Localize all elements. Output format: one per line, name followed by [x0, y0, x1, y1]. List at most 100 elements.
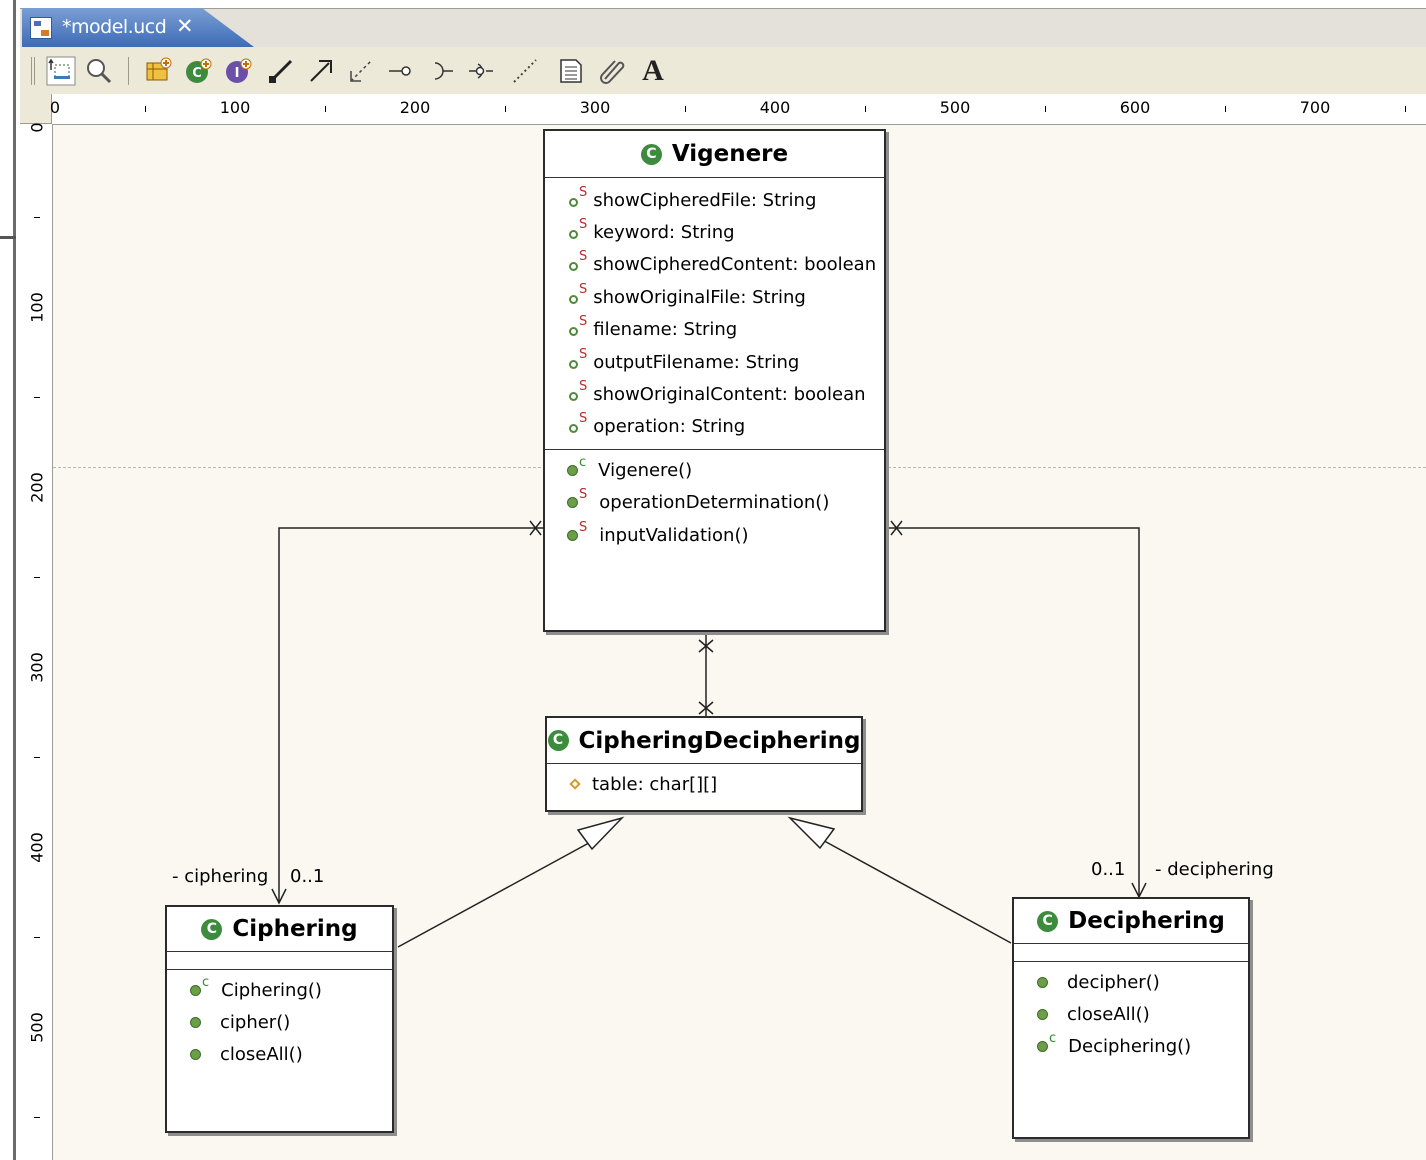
operation-text: operationDetermination() — [599, 492, 830, 514]
operation-row[interactable]: decipher() — [1037, 966, 1248, 998]
static-method-icon — [567, 497, 578, 509]
operation-compartment: c Ciphering() cipher() closeAll() — [167, 970, 392, 1071]
association-tool-button[interactable] — [264, 47, 298, 94]
socket-icon — [434, 61, 453, 80]
class-name: Ciphering — [232, 916, 358, 942]
static-field-icon — [569, 262, 578, 272]
class-header: C CipheringDeciphering — [547, 718, 861, 764]
ruler-tick — [505, 106, 506, 112]
attribute-row[interactable]: table: char[][] — [569, 768, 861, 800]
generalization-tool-button[interactable] — [304, 47, 338, 94]
static-field-icon — [569, 359, 578, 369]
operation-row[interactable]: c Vigenere() — [567, 454, 884, 486]
ruler-tick — [865, 106, 866, 112]
class-vigenere[interactable]: C Vigenere SshowCipheredFile: String Ske… — [543, 129, 886, 632]
operation-text: inputValidation() — [599, 524, 749, 546]
static-marker: S — [579, 217, 588, 233]
close-icon[interactable]: ✕ — [176, 14, 194, 38]
multiplicity-label-ciphering[interactable]: 0..1 — [290, 866, 324, 887]
link-tool-button[interactable] — [596, 47, 630, 94]
operation-text: Deciphering() — [1068, 1036, 1192, 1058]
dependency-icon — [350, 59, 372, 82]
port-tool-button[interactable] — [464, 47, 498, 94]
ruler-label: 100 — [219, 98, 251, 117]
ruler-tick — [34, 937, 40, 938]
class-deciphering[interactable]: C Deciphering decipher() closeAll() c Dec… — [1012, 897, 1250, 1139]
ruler-tick — [34, 757, 40, 758]
operation-row[interactable]: SoperationDetermination() — [567, 487, 884, 519]
toolbar-separator — [31, 57, 32, 85]
static-marker: S — [579, 519, 588, 535]
magnifier-icon — [87, 58, 112, 83]
static-marker: S — [579, 411, 588, 427]
palette-toolbar: C I A — [20, 47, 1426, 95]
note-link-tool-button[interactable] — [508, 47, 542, 94]
attribute-row[interactable]: Soperation: String — [569, 411, 884, 443]
attribute-row[interactable]: SshowOriginalContent: boolean — [569, 378, 884, 410]
class-tool-button[interactable]: C — [180, 47, 216, 94]
operation-row[interactable]: closeAll() — [1037, 998, 1248, 1030]
ruler-label: 500 — [939, 98, 971, 117]
ruler-tick — [1045, 106, 1046, 112]
zoom-tool-button[interactable] — [82, 47, 116, 94]
window-frame-marker — [0, 236, 16, 239]
multiplicity-label-deciphering[interactable]: 0..1 — [1091, 859, 1125, 880]
method-icon — [190, 1017, 201, 1029]
ruler-label: 100 — [27, 292, 47, 323]
required-interface-tool-button[interactable] — [424, 47, 458, 94]
attribute-row[interactable]: SshowCipheredContent: boolean — [569, 249, 884, 281]
select-tool-button[interactable] — [42, 47, 80, 94]
operation-compartment: decipher() closeAll() c Deciphering() — [1014, 962, 1248, 1063]
attribute-text: filename: String — [593, 319, 738, 341]
attribute-text: table: char[][] — [592, 773, 718, 795]
static-field-icon — [569, 294, 578, 304]
static-method-icon — [567, 529, 578, 541]
note-tool-button[interactable] — [554, 47, 588, 94]
constructor-icon — [1037, 1041, 1048, 1053]
attribute-compartment — [1014, 944, 1248, 962]
role-label-ciphering[interactable]: - ciphering — [172, 866, 268, 887]
ruler-label: 600 — [1119, 98, 1151, 117]
attribute-row[interactable]: SoutputFilename: String — [569, 346, 884, 378]
class-header: C Deciphering — [1014, 899, 1248, 944]
package-tool-button[interactable] — [140, 47, 176, 94]
class-ciphering[interactable]: C Ciphering c Ciphering() cipher() closeA… — [165, 905, 394, 1133]
method-icon — [190, 1049, 201, 1061]
text-tool-button[interactable]: A — [636, 47, 670, 94]
role-label-deciphering[interactable]: - deciphering — [1155, 859, 1274, 880]
ruler-label: 300 — [579, 98, 611, 117]
attribute-text: showOriginalFile: String — [593, 286, 806, 308]
attribute-row[interactable]: Sfilename: String — [569, 314, 884, 346]
ruler-tick — [325, 106, 326, 112]
operation-row[interactable]: SinputValidation() — [567, 519, 884, 551]
interface-tool-button[interactable]: I — [220, 47, 256, 94]
static-field-icon — [569, 327, 578, 337]
operation-text: cipher() — [220, 1012, 291, 1034]
dependency-tool-button[interactable] — [344, 47, 378, 94]
text-icon: A — [642, 53, 664, 87]
attribute-row[interactable]: Skeyword: String — [569, 216, 884, 248]
static-marker: S — [579, 184, 588, 200]
operation-row[interactable]: closeAll() — [190, 1039, 392, 1071]
class-cipheringdeciphering[interactable]: C CipheringDeciphering table: char[][] — [545, 716, 863, 812]
ruler-tick — [34, 1117, 40, 1118]
attribute-text: operation: String — [593, 416, 746, 438]
constructor-marker: c — [579, 454, 587, 470]
operation-text: Vigenere() — [598, 459, 693, 481]
window-frame — [0, 0, 20, 1160]
class-icon: C — [640, 143, 662, 165]
operation-text: closeAll() — [220, 1044, 303, 1066]
static-field-icon — [569, 197, 578, 207]
operation-row[interactable]: c Ciphering() — [190, 974, 392, 1006]
attribute-compartment: table: char[][] — [547, 764, 861, 800]
attribute-row[interactable]: SshowOriginalFile: String — [569, 281, 884, 313]
method-icon — [1037, 1009, 1048, 1021]
static-field-icon — [569, 230, 578, 240]
package-icon — [146, 57, 172, 80]
operation-row[interactable]: cipher() — [190, 1006, 392, 1038]
provided-interface-tool-button[interactable] — [384, 47, 418, 94]
attribute-text: showCipheredFile: String — [593, 189, 817, 211]
operation-row[interactable]: c Deciphering() — [1037, 1031, 1248, 1063]
operation-compartment: c Vigenere() SoperationDetermination() Si… — [545, 450, 884, 551]
attribute-row[interactable]: SshowCipheredFile: String — [569, 184, 884, 216]
